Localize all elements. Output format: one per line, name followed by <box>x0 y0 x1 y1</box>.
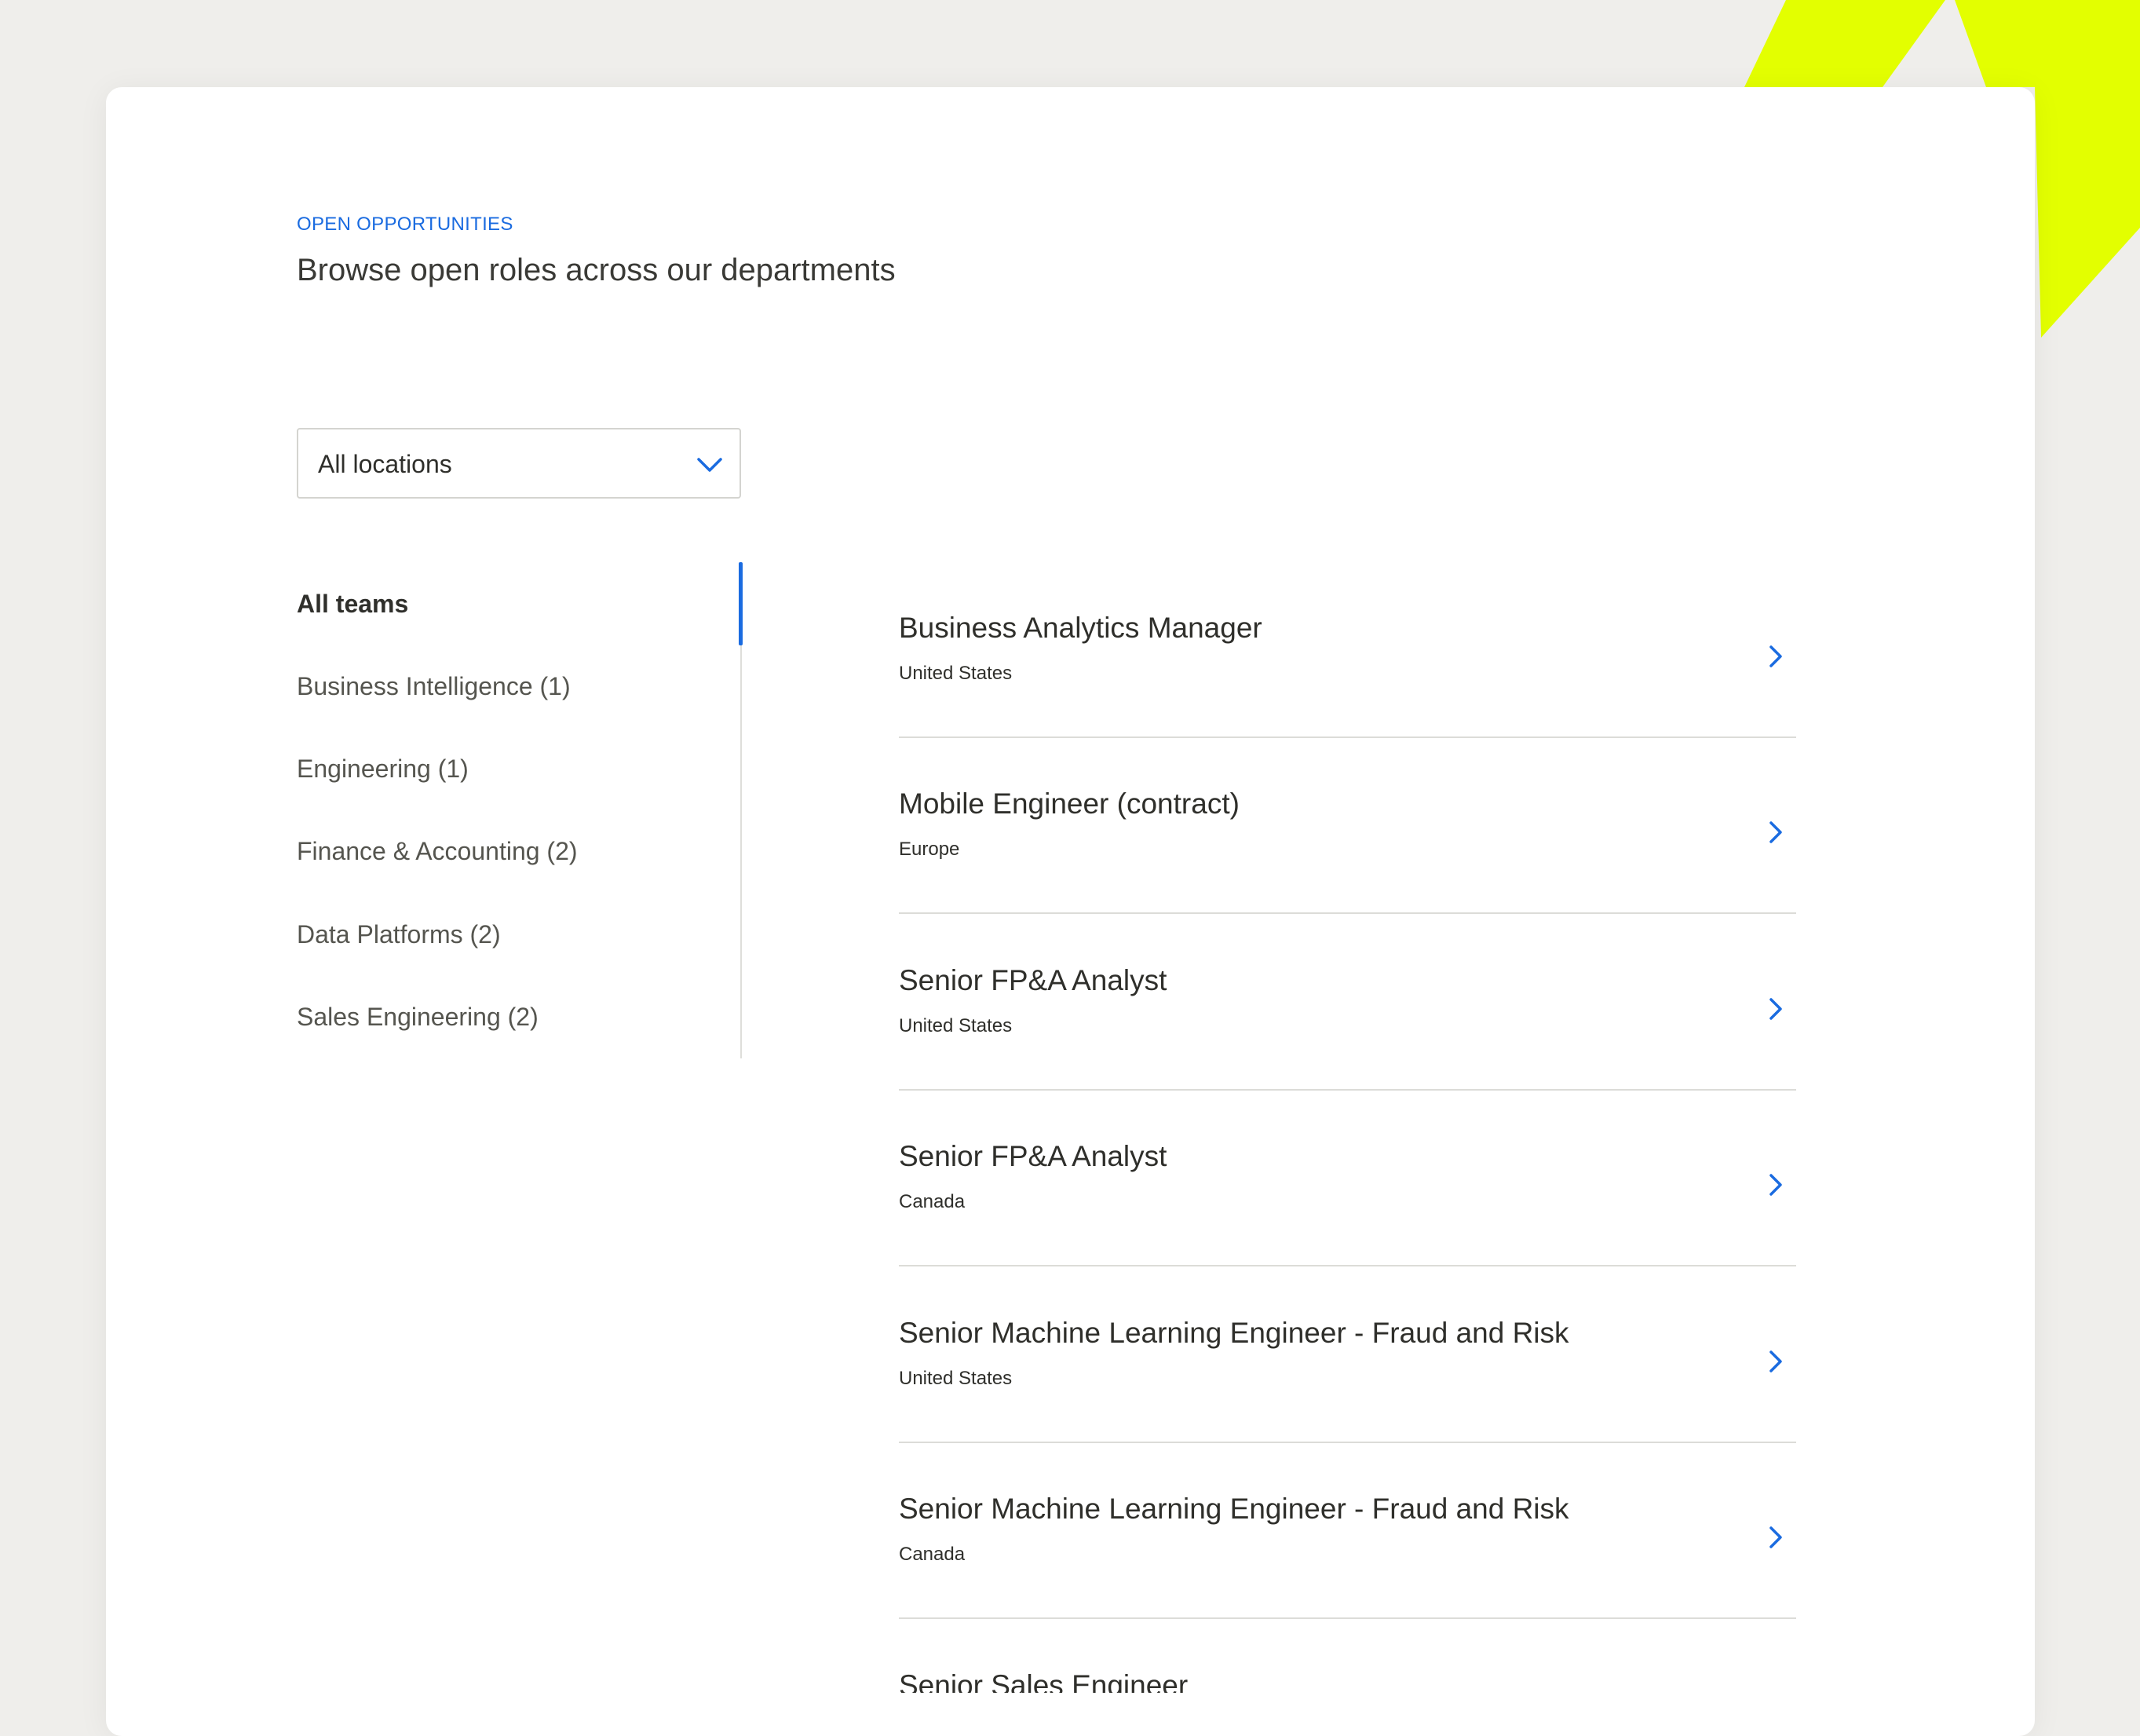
job-location: United States <box>899 663 1013 684</box>
section-eyebrow: OPEN OPPORTUNITIES <box>297 214 513 235</box>
team-item-all-teams[interactable]: All teams <box>297 590 408 619</box>
job-row[interactable]: Senior Machine Learning Engineer - Fraud… <box>899 1267 1796 1443</box>
job-row[interactable]: Senior FP&A Analyst Canada <box>899 1091 1796 1266</box>
job-location: Europe <box>899 839 960 860</box>
chevron-right-icon <box>1769 998 1782 1020</box>
job-title: Business Analytics Manager <box>899 612 1262 644</box>
chevron-right-icon <box>1769 645 1782 667</box>
job-location: United States <box>899 1015 1013 1036</box>
location-filter-select[interactable]: All locations <box>297 428 741 499</box>
row-divider <box>899 1265 1796 1266</box>
team-item-engineering[interactable]: Engineering (1) <box>297 755 469 784</box>
job-row[interactable]: Senior Machine Learning Engineer - Fraud… <box>899 1443 1796 1619</box>
job-title: Senior Machine Learning Engineer - Fraud… <box>899 1493 1569 1525</box>
job-location: United States <box>899 1368 1013 1389</box>
job-location: Canada <box>899 1191 966 1212</box>
chevron-right-icon <box>1769 1174 1782 1196</box>
team-nav-active-indicator <box>739 562 743 645</box>
job-row[interactable]: Mobile Engineer (contract) Europe <box>899 738 1796 914</box>
page-title: Browse open roles across our departments <box>297 253 896 287</box>
team-item-finance-accounting[interactable]: Finance & Accounting (2) <box>297 837 578 866</box>
job-title: Senior Sales Engineer <box>899 1669 1189 1693</box>
job-title: Senior Machine Learning Engineer - Fraud… <box>899 1317 1569 1349</box>
chevron-right-icon <box>1769 1526 1782 1548</box>
chevron-down-icon <box>697 458 722 472</box>
job-location: Canada <box>899 1544 966 1565</box>
job-title: Mobile Engineer (contract) <box>899 788 1240 820</box>
job-row[interactable]: Senior Sales Engineer <box>899 1620 1796 1693</box>
team-item-data-platforms[interactable]: Data Platforms (2) <box>297 920 501 949</box>
row-divider <box>899 912 1796 914</box>
job-row[interactable]: Senior FP&A Analyst United States <box>899 915 1796 1091</box>
job-row[interactable]: Business Analytics Manager United States <box>899 562 1796 738</box>
job-title: Senior FP&A Analyst <box>899 1140 1167 1172</box>
team-item-business-intelligence[interactable]: Business Intelligence (1) <box>297 672 571 701</box>
team-filter-nav: All teams Business Intelligence (1) Engi… <box>297 562 744 1058</box>
location-filter-label: All locations <box>318 450 452 478</box>
chevron-right-icon <box>1769 821 1782 843</box>
row-divider <box>899 1617 1796 1619</box>
team-item-sales-engineering[interactable]: Sales Engineering (2) <box>297 1003 539 1032</box>
job-title: Senior FP&A Analyst <box>899 964 1167 996</box>
chevron-right-icon <box>1769 1350 1782 1372</box>
